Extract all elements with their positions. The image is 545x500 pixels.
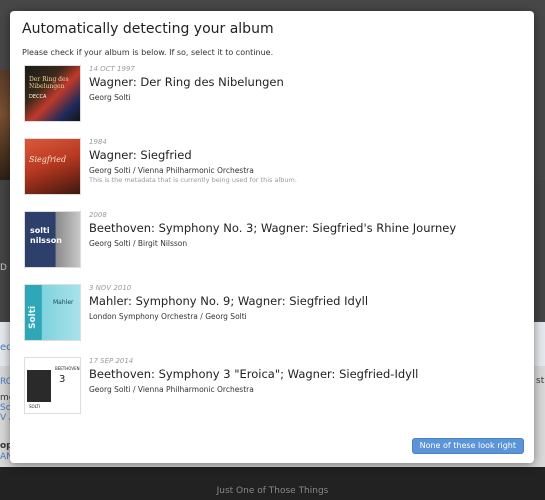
album-release-date: 3 NOV 2010 bbox=[89, 284, 132, 292]
album-cover-image: solti nilsson bbox=[24, 211, 81, 268]
album-artist: Georg Solti / Vienna Philharmonic Orches… bbox=[89, 385, 254, 394]
album-cover-image: Siegfried bbox=[24, 138, 81, 195]
album-title: Mahler: Symphony No. 9; Wagner: Siegfrie… bbox=[89, 294, 369, 308]
modal-description: Please check if your album is below. If … bbox=[22, 48, 274, 57]
album-info: 14 OCT 1997 Wagner: Der Ring des Nibelun… bbox=[89, 65, 522, 103]
album-info: 1984 Wagner: Siegfried Georg Solti / Vie… bbox=[89, 138, 522, 185]
background-now-playing: Just One of Those Things bbox=[216, 486, 329, 496]
album-artist: Georg Solti / Birgit Nilsson bbox=[89, 239, 188, 248]
cover-artist-text: SOLTI bbox=[29, 404, 40, 409]
modal-title: Automatically detecting your album bbox=[22, 21, 274, 37]
album-info: 17 SEP 2014 Beethoven: Symphony 3 "Eroic… bbox=[89, 357, 522, 395]
album-cover-image: BEETHOVEN 3 SOLTI bbox=[24, 357, 81, 414]
cover-title-text: Solti bbox=[28, 305, 38, 329]
cover-subtitle-text: Mahler bbox=[53, 299, 74, 306]
album-cover-image: Solti Mahler bbox=[24, 284, 81, 341]
album-artist: Georg Solti / Vienna Philharmonic Orches… bbox=[89, 166, 254, 175]
cover-number-text: 3 bbox=[59, 374, 66, 385]
album-artist: London Symphony Orchestra / Georg Solti bbox=[89, 312, 247, 321]
album-release-date: 2008 bbox=[89, 211, 107, 219]
album-info: 2008 Beethoven: Symphony No. 3; Wagner: … bbox=[89, 211, 522, 249]
album-detection-modal: Automatically detecting your album Pleas… bbox=[10, 11, 534, 463]
album-info: 3 NOV 2010 Mahler: Symphony No. 9; Wagne… bbox=[89, 284, 522, 322]
album-option-row[interactable]: Solti Mahler 3 NOV 2010 Mahler: Symphony… bbox=[22, 284, 522, 343]
cover-portrait-block bbox=[27, 370, 51, 402]
album-option-row[interactable]: BEETHOVEN 3 SOLTI 17 SEP 2014 Beethoven:… bbox=[22, 357, 522, 416]
album-cover-image: Der Ring des Nibelungen DECCA bbox=[24, 65, 81, 122]
cover-title-text: solti bbox=[30, 226, 50, 235]
cover-title-text: Siegfried bbox=[29, 155, 67, 164]
album-release-date: 1984 bbox=[89, 138, 107, 146]
cover-title-text: Der Ring des Nibelungen bbox=[29, 76, 69, 90]
album-artist: Georg Solti bbox=[89, 93, 131, 102]
album-title: Wagner: Der Ring des Nibelungen bbox=[89, 75, 284, 89]
background-text-fragment: st bbox=[536, 376, 545, 386]
album-option-row[interactable]: Siegfried 1984 Wagner: Siegfried Georg S… bbox=[22, 138, 522, 197]
cover-label-text: DECCA bbox=[29, 94, 47, 100]
current-metadata-note: This is the metadata that is currently b… bbox=[89, 176, 297, 184]
cover-subtitle-text: nilsson bbox=[30, 236, 62, 245]
album-option-row[interactable]: Der Ring des Nibelungen DECCA 14 OCT 199… bbox=[22, 65, 522, 124]
album-release-date: 14 OCT 1997 bbox=[89, 65, 135, 73]
cover-composer-text: BEETHOVEN bbox=[55, 366, 80, 371]
album-candidate-list: Der Ring des Nibelungen DECCA 14 OCT 199… bbox=[22, 65, 522, 430]
album-title: Beethoven: Symphony 3 "Eroica"; Wagner: … bbox=[89, 367, 419, 381]
album-title: Wagner: Siegfried bbox=[89, 148, 192, 162]
album-option-row[interactable]: solti nilsson 2008 Beethoven: Symphony N… bbox=[22, 211, 522, 270]
album-release-date: 17 SEP 2014 bbox=[89, 357, 134, 365]
album-title: Beethoven: Symphony No. 3; Wagner: Siegf… bbox=[89, 221, 457, 235]
none-of-these-button[interactable]: None of these look right bbox=[411, 438, 524, 454]
